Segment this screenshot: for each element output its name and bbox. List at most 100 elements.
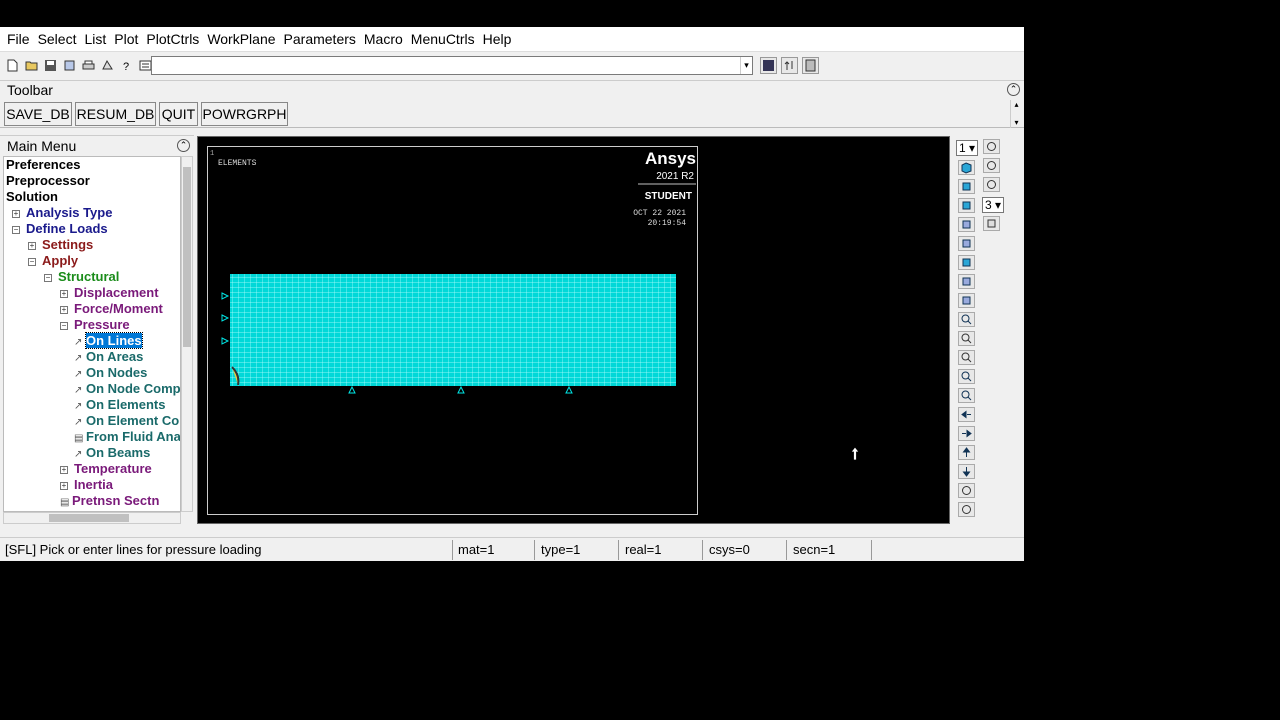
rotate-x-icon[interactable] — [958, 483, 975, 498]
rotate-y-icon[interactable] — [983, 177, 1000, 192]
main-menu-vertical-scrollbar[interactable] — [181, 156, 193, 512]
tree-item-preferences[interactable]: Preferences — [6, 157, 80, 173]
collapse-icon[interactable]: − — [60, 321, 68, 330]
menu-plot[interactable]: Plot — [110, 31, 142, 47]
expand-icon[interactable]: + — [60, 289, 68, 298]
left-view-icon[interactable] — [958, 255, 975, 270]
plot-time: 20:19:54 — [648, 219, 687, 228]
graphics-window[interactable]: 1 ELEMENTS Ansys 2021 R2 STUDENT OCT 22 … — [197, 136, 950, 524]
expand-icon[interactable]: + — [60, 481, 68, 490]
menu-select[interactable]: Select — [34, 31, 81, 47]
tree-item-on-element-comp[interactable]: ↗ On Element Co — [74, 413, 179, 429]
resum-db-button[interactable]: RESUM_DB — [75, 102, 156, 126]
right-view-icon[interactable] — [958, 274, 975, 289]
collapse-icon[interactable]: − — [44, 273, 52, 282]
bottom-view-icon[interactable] — [958, 236, 975, 251]
print-icon[interactable] — [80, 57, 97, 74]
save-db-button[interactable]: SAVE_DB — [4, 102, 72, 126]
rotate-icon[interactable] — [983, 139, 1000, 154]
save-icon[interactable] — [42, 57, 59, 74]
expand-icon[interactable]: + — [60, 465, 68, 474]
tree-item-on-beams[interactable]: ↗ On Beams — [74, 445, 150, 461]
scrollbar-thumb[interactable] — [183, 167, 191, 347]
command-input[interactable]: ▾ — [151, 56, 753, 75]
tree-item-settings[interactable]: + Settings — [28, 237, 93, 253]
oblique-view-icon[interactable] — [958, 293, 975, 308]
tree-item-on-nodes[interactable]: ↗ On Nodes — [74, 365, 147, 381]
tree-item-from-fluid-analysis[interactable]: ▤ From Fluid Ana — [74, 429, 180, 445]
collapse-icon[interactable]: − — [12, 225, 20, 234]
tree-item-inertia[interactable]: + Inertia — [60, 477, 113, 493]
icon-toolbar: ? ▾ — [0, 53, 1024, 78]
front-view-icon[interactable] — [958, 179, 975, 194]
help-icon[interactable]: ? — [118, 57, 135, 74]
menu-parameters[interactable]: Parameters — [280, 31, 360, 47]
quit-button[interactable]: QUIT — [159, 102, 198, 126]
tree-item-apply[interactable]: − Apply — [28, 253, 78, 269]
raise-hidden-icon[interactable] — [781, 57, 798, 74]
menu-file[interactable]: File — [3, 31, 34, 47]
menu-bar: File Select List Plot PlotCtrls WorkPlan… — [0, 27, 1024, 52]
main-menu-horizontal-scrollbar[interactable] — [3, 512, 181, 524]
expand-icon[interactable]: + — [28, 241, 36, 250]
tree-item-solution[interactable]: Solution — [6, 189, 58, 205]
zoom-out-icon[interactable] — [958, 388, 975, 403]
tree-item-structural[interactable]: − Structural — [44, 269, 119, 285]
icon-toolbar-right — [760, 57, 823, 74]
open-folder-icon[interactable] — [23, 57, 40, 74]
reset-picking-icon[interactable] — [802, 57, 819, 74]
menu-workplane[interactable]: WorkPlane — [203, 31, 279, 47]
command-history-icon[interactable] — [760, 57, 777, 74]
tree-item-force-moment[interactable]: + Force/Moment — [60, 301, 163, 317]
tree-item-label: On Node Comp — [86, 381, 181, 396]
tree-item-on-lines[interactable]: ↗ On Lines — [74, 332, 143, 349]
menu-plotctrls[interactable]: PlotCtrls — [142, 31, 203, 47]
collapse-icon[interactable]: ⌃ — [1007, 83, 1020, 96]
zoom-icon[interactable] — [958, 331, 975, 346]
tree-item-on-areas[interactable]: ↗ On Areas — [74, 349, 143, 365]
fit-view-icon[interactable] — [958, 312, 975, 327]
menu-menuctrls[interactable]: MenuCtrls — [407, 31, 479, 47]
tree-item-on-elements[interactable]: ↗ On Elements — [74, 397, 165, 413]
tree-item-displacement[interactable]: + Displacement — [60, 285, 159, 301]
pan-right-icon[interactable] — [958, 426, 975, 441]
expand-icon[interactable]: + — [12, 209, 20, 218]
pan-left-icon[interactable] — [958, 407, 975, 422]
iso-view-icon[interactable] — [958, 160, 975, 175]
collapse-icon[interactable]: − — [28, 257, 36, 266]
tree-item-define-loads[interactable]: − Define Loads — [12, 221, 108, 237]
graphics-viewport[interactable]: 1 ELEMENTS Ansys 2021 R2 STUDENT OCT 22 … — [207, 146, 698, 515]
toolbar-scrollbar[interactable]: ▴ ▾ — [1010, 100, 1022, 128]
view-select[interactable]: 3 ▾ — [982, 197, 1004, 213]
menu-macro[interactable]: Macro — [360, 31, 407, 47]
pan-up-icon[interactable] — [958, 445, 975, 460]
tree-item-label: On Nodes — [86, 365, 148, 380]
pan-down-icon[interactable] — [958, 464, 975, 479]
tree-item-on-node-comp[interactable]: ↗ On Node Comp — [74, 381, 181, 397]
chevron-down-icon[interactable]: ▾ — [740, 57, 752, 74]
tree-item-pretnsn-sectn[interactable]: ▤ Pretnsn Sectn — [60, 493, 159, 509]
rotate-z-icon[interactable] — [983, 158, 1000, 173]
back-view-icon[interactable] — [958, 198, 975, 213]
box-zoom-icon[interactable] — [958, 350, 975, 365]
tree-item-pressure[interactable]: − Pressure — [60, 317, 130, 333]
zoom-in-icon[interactable] — [958, 369, 975, 384]
powrgrph-button[interactable]: POWRGRPH — [201, 102, 288, 126]
scrollbar-thumb[interactable] — [49, 514, 129, 522]
tree-item-temperature[interactable]: + Temperature — [60, 461, 152, 477]
menu-help[interactable]: Help — [479, 31, 516, 47]
pan-zoom-icon[interactable] — [61, 57, 78, 74]
window-select[interactable]: 1 ▾ — [956, 140, 978, 156]
dynamic-mode-icon[interactable] — [983, 216, 1000, 231]
tree-item-analysis-type[interactable]: + Analysis Type — [12, 205, 112, 221]
report-icon[interactable] — [99, 57, 116, 74]
expand-icon[interactable]: + — [60, 305, 68, 314]
menu-list[interactable]: List — [80, 31, 110, 47]
collapse-icon[interactable]: ⌃ — [177, 139, 190, 152]
top-view-icon[interactable] — [958, 217, 975, 232]
tree-item-preprocessor[interactable]: Preprocessor — [6, 173, 90, 189]
ansys-logo-text: Ansys — [645, 149, 696, 168]
element-mesh[interactable] — [230, 274, 676, 386]
rotate-y-neg-icon[interactable] — [958, 502, 975, 517]
new-file-icon[interactable] — [4, 57, 21, 74]
